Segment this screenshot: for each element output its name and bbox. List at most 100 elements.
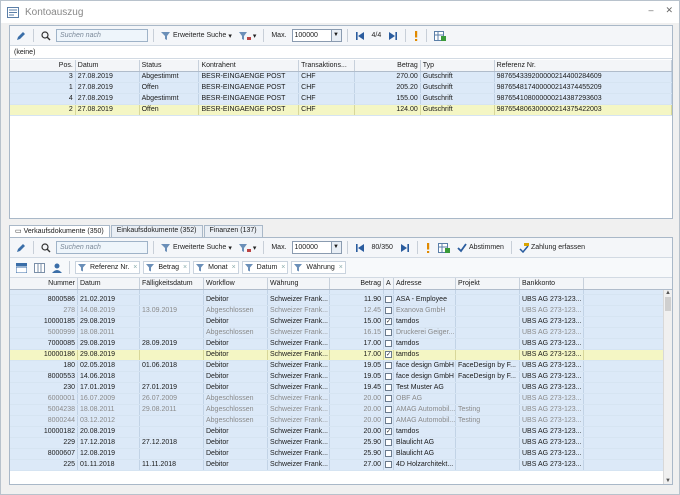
checkbox[interactable]: ✓ [385,350,392,358]
table-cell: 16.07.2009 [78,394,140,404]
column-header[interactable]: Transaktions... [299,60,355,71]
table-row[interactable]: 6000001 16.07.2009 26.07.2009 Abgeschlossen… [10,394,672,405]
max-results-select[interactable]: 100000 ▼ [291,241,342,254]
checkbox[interactable] [385,438,392,446]
tab-finanzen[interactable]: Finanzen (137) [203,225,263,237]
column-header[interactable]: Währung [268,278,330,289]
checkbox[interactable] [385,449,392,457]
filter-options-button[interactable]: ▾ [237,28,259,43]
last-page-button[interactable] [386,28,400,43]
column-header[interactable]: Betrag [330,278,384,289]
warning-button[interactable] [423,240,433,255]
column-header[interactable]: Workflow [204,278,268,289]
checkbox[interactable]: ✓ [385,317,392,325]
table-row[interactable]: 8000553 14.06.2018 Debitor Schweizer Frank.… [10,372,672,383]
table-row[interactable]: 278 14.08.2019 13.09.2019 Abgeschlossen Schw… [10,306,672,317]
column-header[interactable]: Bankkonto [520,278,584,289]
scroll-down-icon[interactable]: ▼ [664,478,672,484]
checkbox[interactable] [385,295,392,303]
export-button[interactable] [436,240,452,255]
first-page-button[interactable] [353,240,367,255]
table-row[interactable]: 10000182 20.08.2019 Debitor Schweizer Frank… [10,427,672,438]
search-input[interactable]: Suchen nach [56,29,148,42]
checkbox[interactable] [385,405,392,413]
table-row[interactable]: 180 02.05.2018 01.06.2018 Debitor Schweizer … [10,361,672,372]
column-header[interactable]: Adresse [394,278,456,289]
tab-einkaufsdokumente[interactable]: Einkaufsdokumente (352) [110,225,203,237]
table-row[interactable]: 10000186 29.08.2019 Debitor Schweizer Frank… [10,350,672,361]
group-chip[interactable]: Monat × [193,261,239,274]
scroll-thumb[interactable] [665,297,671,311]
group-chip[interactable]: Datum × [241,261,289,274]
column-header[interactable]: Nummer [10,278,78,289]
first-page-button[interactable] [353,28,367,43]
table-row[interactable]: 5000999 18.08.2011 Abgeschlossen Schweizer … [10,328,672,339]
table-row[interactable]: 8000244 03.12.2012 Abgeschlossen Schweizer … [10,416,672,427]
search-input[interactable]: Suchen nach [56,241,148,254]
abstimmen-button[interactable]: Abstimmen [455,240,506,255]
close-icon[interactable]: × [339,264,343,271]
column-header[interactable]: Typ [421,60,495,71]
advanced-search-button[interactable]: Erweiterte Suche ▾ [159,240,234,255]
checkbox[interactable] [385,306,392,314]
user-button[interactable] [50,260,64,275]
checkbox[interactable]: ✓ [385,427,392,435]
max-results-select[interactable]: 100000 ▼ [291,29,342,42]
table-row[interactable]: 5004238 18.08.2011 29.08.2011 Abgeschlossen… [10,405,672,416]
last-page-button[interactable] [398,240,412,255]
table-row[interactable]: 225 01.11.2018 11.11.2018 Debitor Schweizer … [10,460,672,471]
column-header[interactable]: Datum [76,60,140,71]
column-header[interactable]: Status [140,60,200,71]
checkbox[interactable] [385,383,392,391]
close-icon[interactable]: × [183,264,187,271]
scroll-up-icon[interactable]: ▲ [664,290,672,296]
column-header[interactable]: Datum [78,278,140,289]
table-row[interactable]: 8000586 21.02.2019 Debitor Schweizer Frank.… [10,295,672,306]
export-button[interactable] [432,28,448,43]
column-header[interactable]: Betrag [355,60,421,71]
column-header[interactable]: Projekt [456,278,520,289]
advanced-search-button[interactable]: Erweiterte Suche ▾ [159,28,234,43]
minimize-button[interactable]: – [648,5,653,16]
close-icon[interactable]: × [281,264,285,271]
table-row[interactable]: 10000185 29.08.2019 Debitor Schweizer Frank… [10,317,672,328]
checkbox[interactable] [385,361,392,369]
group-chip[interactable]: Währung × [291,261,346,274]
group-toggle-button[interactable] [14,260,29,275]
edit-button[interactable] [14,28,28,43]
column-chooser-button[interactable] [32,260,47,275]
table-row[interactable]: 3 27.08.2019 Abgestimmt BESR-EINGAENGE POST… [10,72,672,83]
close-icon[interactable]: × [133,264,137,271]
close-icon[interactable]: × [232,264,236,271]
table-row[interactable]: 230 17.01.2019 27.01.2019 Debitor Schweizer … [10,383,672,394]
table-cell [140,449,204,459]
column-header[interactable]: Fälligkeitsdatum [140,278,204,289]
column-header[interactable]: Pos. [10,60,76,71]
checkbox[interactable] [385,339,392,347]
edit-button[interactable] [14,240,28,255]
column-header[interactable]: A [384,278,394,289]
table-row[interactable]: 7000085 29.08.2019 28.09.2019 Debitor Schwei… [10,339,672,350]
documents-scrollbar[interactable]: ▲ ▼ [663,290,672,484]
column-header[interactable]: Referenz Nr. [495,60,672,71]
checkbox[interactable] [385,460,392,468]
warning-button[interactable] [411,28,421,43]
table-row[interactable]: 1 27.08.2019 Offen BESR-EINGAENGE POST CHF 20… [10,83,672,94]
checkbox[interactable] [385,416,392,424]
close-button[interactable]: ✕ [665,5,673,16]
table-row[interactable]: 229 17.12.2018 27.12.2018 Debitor Schweizer … [10,438,672,449]
column-header[interactable]: Kontrahent [199,60,300,71]
table-row[interactable]: 8000607 12.08.2019 Debitor Schweizer Frank.… [10,449,672,460]
checkbox[interactable] [385,372,392,380]
group-chip[interactable]: Referenz Nr. × [75,261,141,274]
checkbox[interactable] [385,328,392,336]
tab-verkaufsdokumente[interactable]: ▭ Verkaufsdokumente (350) [9,225,110,237]
checkbox[interactable] [385,394,392,402]
zahlung-erfassen-button[interactable]: Zahlung erfassen [517,240,587,255]
table-row[interactable]: 2 27.08.2019 Offen BESR-EINGAENGE POST CHF 12… [10,105,672,116]
filter-options-button[interactable]: ▾ [237,240,259,255]
search-button[interactable] [39,240,53,255]
search-button[interactable] [39,28,53,43]
table-row[interactable]: 4 27.08.2019 Abgestimmt BESR-EINGAENGE POST… [10,94,672,105]
group-chip[interactable]: Betrag × [143,261,191,274]
